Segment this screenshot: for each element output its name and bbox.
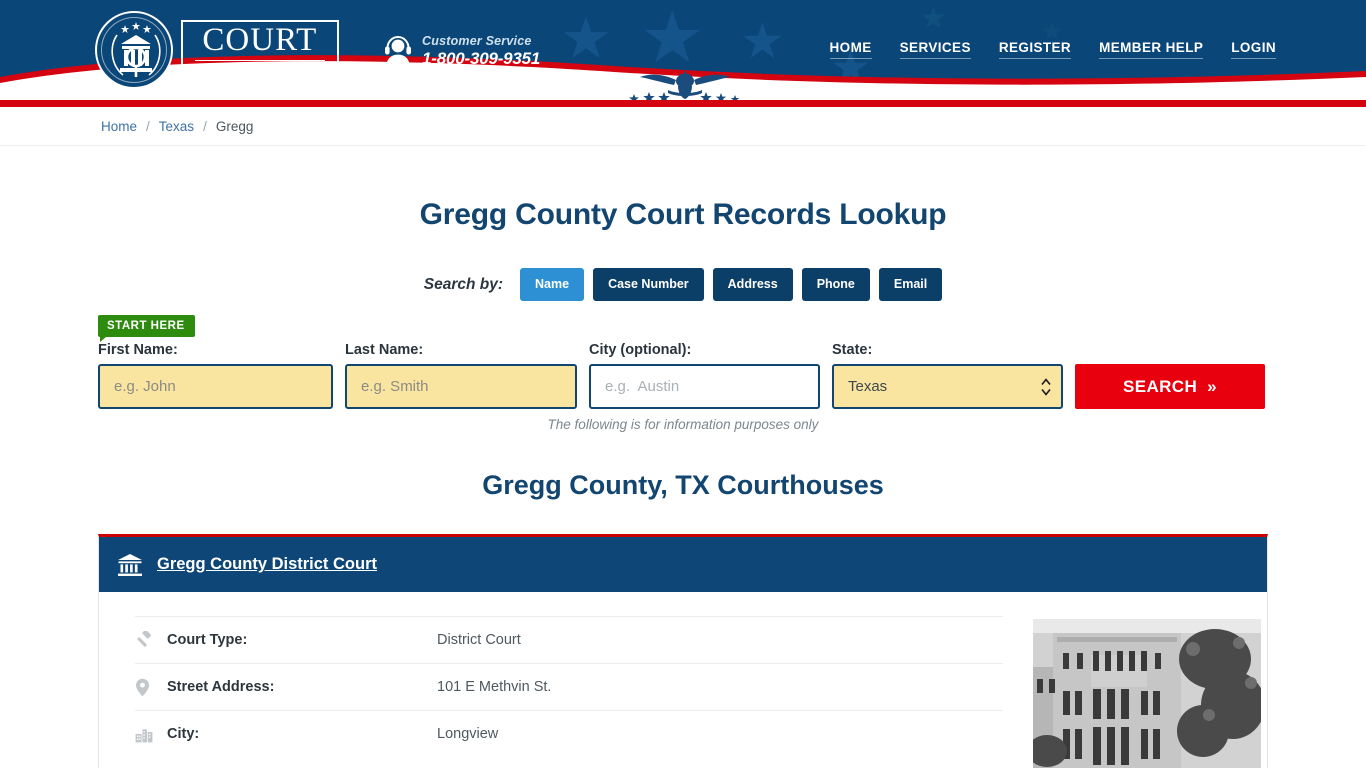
courthouse-bank-icon	[118, 553, 142, 576]
court-type-value: District Court	[437, 632, 521, 648]
header-red-band	[0, 100, 1366, 107]
logo-title: COURT	[202, 21, 318, 58]
nav-home[interactable]: HOME	[829, 40, 872, 59]
disclaimer-text: The following is for information purpose…	[547, 417, 819, 432]
tab-name[interactable]: Name	[520, 268, 585, 301]
main-content: Gregg County Court Records Lookup Search…	[0, 146, 1366, 768]
court-card-header: Gregg County District Court	[99, 537, 1267, 592]
court-card-body: Court Type: District Court Street Addres…	[99, 592, 1267, 768]
city-input[interactable]	[589, 364, 820, 409]
city-field-group: City (optional):	[589, 342, 820, 409]
court-type-label: Court Type:	[167, 632, 248, 648]
logo-divider	[195, 59, 325, 61]
last-name-label: Last Name:	[345, 342, 424, 358]
breadcrumb: Home / Texas / Gregg	[0, 107, 1366, 146]
city-label: City:	[167, 726, 200, 742]
state-select[interactable]: TexasAlabamaAlaskaArizonaCaliforniaFlori…	[832, 364, 1063, 409]
courthouse-photo	[1033, 619, 1261, 768]
city-label: City (optional):	[589, 342, 692, 358]
nav-services[interactable]: SERVICES	[899, 40, 971, 59]
court-title-link[interactable]: Gregg County District Court	[157, 555, 377, 574]
search-by-label: Search by:	[423, 275, 504, 293]
customer-service-label: Customer Service	[422, 34, 532, 48]
street-address-value: 101 E Methvin St.	[437, 679, 552, 695]
breadcrumb-separator: /	[203, 118, 207, 134]
city-value: Longview	[437, 726, 499, 742]
site-header: ★ ★ ★ ★ ★ ★ ★	[0, 0, 1366, 100]
table-row: City: Longview	[135, 710, 1003, 757]
street-address-label: Street Address:	[167, 679, 275, 695]
search-form: START HERE First Name: Last Name: City (…	[0, 315, 1366, 409]
chevron-double-right-icon: »	[1207, 376, 1218, 396]
nav-member-help[interactable]: MEMBER HELP	[1099, 40, 1204, 59]
start-here-badge: START HERE	[98, 315, 195, 342]
table-row: Court Type: District Court	[135, 616, 1003, 663]
state-label: State:	[832, 342, 873, 358]
tab-address[interactable]: Address	[712, 268, 793, 301]
page-title: Gregg County Court Records Lookup	[419, 198, 947, 231]
site-logo[interactable]: COURT CASE FINDER	[95, 8, 355, 92]
gavel-icon	[135, 630, 167, 650]
tab-email[interactable]: Email	[878, 268, 943, 301]
first-name-field-group: First Name:	[98, 342, 333, 409]
court-detail-table: Court Type: District Court Street Addres…	[135, 616, 1003, 768]
breadcrumb-home[interactable]: Home	[101, 119, 137, 134]
court-card: Gregg County District Court Court Type:	[98, 534, 1268, 768]
section-title: Gregg County, TX Courthouses	[482, 470, 884, 500]
customer-service-block[interactable]: Customer Service 1-800-309-9351	[383, 33, 540, 69]
last-name-field-group: Last Name:	[345, 342, 577, 409]
table-row: Street Address: 101 E Methvin St.	[135, 663, 1003, 710]
state-field-group: State: TexasAlabamaAlaskaArizonaCaliforn…	[832, 342, 1063, 409]
nav-register[interactable]: REGISTER	[998, 40, 1072, 59]
logo-subtitle: CASE FINDER	[200, 62, 325, 74]
headset-support-icon	[385, 35, 411, 66]
breadcrumb-current: Gregg	[215, 118, 254, 134]
city-buildings-icon	[135, 726, 167, 743]
nav-login[interactable]: LOGIN	[1231, 40, 1276, 59]
breadcrumb-separator: /	[146, 118, 150, 134]
search-button[interactable]: SEARCH »	[1075, 364, 1265, 409]
tab-phone[interactable]: Phone	[801, 268, 870, 301]
eagle-emblem-icon	[629, 70, 740, 100]
tab-case-number[interactable]: Case Number	[593, 268, 704, 301]
breadcrumb-texas[interactable]: Texas	[159, 119, 194, 134]
search-button-label: SEARCH	[1122, 376, 1198, 396]
courthouse-seal-icon	[95, 11, 173, 89]
main-navigation: HOME SERVICES REGISTER MEMBER HELP LOGIN	[829, 40, 1276, 59]
search-by-tabs: Search by: Name Case Number Address Phon…	[0, 268, 1366, 301]
last-name-input[interactable]	[345, 364, 577, 409]
customer-service-phone[interactable]: 1-800-309-9351	[422, 49, 540, 69]
first-name-input[interactable]	[98, 364, 333, 409]
map-pin-icon	[135, 678, 167, 697]
first-name-label: First Name:	[98, 342, 178, 358]
